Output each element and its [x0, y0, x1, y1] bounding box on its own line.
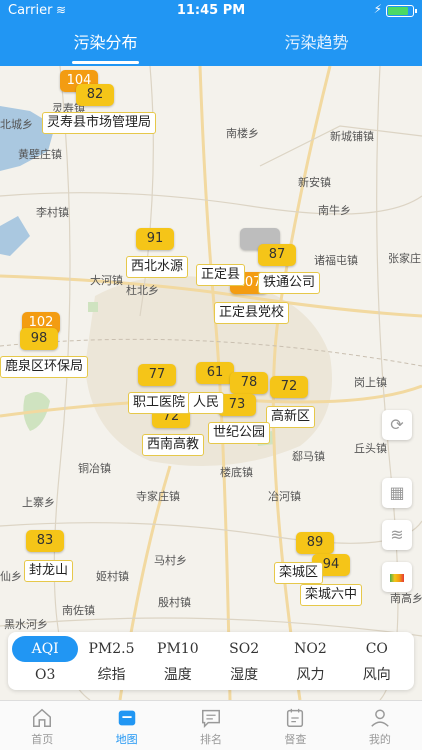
place-label: 冶河镇	[268, 490, 301, 503]
aqi-marker[interactable]: 77	[138, 364, 176, 386]
place-label: 马村乡	[154, 554, 187, 567]
place-label: 黄壁庄镇	[18, 148, 62, 161]
aqi-marker[interactable]: 82	[76, 84, 114, 106]
place-label: 丘头镇	[354, 442, 387, 455]
nav-ranking[interactable]: 排名	[169, 701, 253, 750]
place-label: 铜冶镇	[78, 462, 111, 475]
option-no2[interactable]: NO2	[277, 636, 343, 662]
ranking-icon	[202, 709, 220, 729]
layer-icon[interactable]: ▦	[382, 478, 412, 508]
station-label[interactable]: 高新区	[266, 406, 316, 428]
station-label[interactable]: 世纪公园	[208, 422, 271, 444]
aqi-marker[interactable]: 87	[258, 244, 296, 266]
option-co[interactable]: CO	[344, 636, 410, 662]
tab-pollution-trend[interactable]: 污染趋势	[211, 24, 422, 66]
station-label[interactable]: 鹿泉区环保局	[0, 356, 89, 378]
nav-map[interactable]: 地图	[84, 701, 168, 750]
option-humidity[interactable]: 湿度	[211, 662, 277, 688]
nav-label: 地图	[115, 733, 138, 746]
aqi-marker[interactable]: 78	[230, 372, 268, 394]
aqi-marker[interactable]: 72	[270, 376, 308, 398]
aqi-marker[interactable]: 89	[296, 532, 334, 554]
nav-label: 我的	[368, 733, 391, 746]
place-label: 寺家庄镇	[136, 490, 180, 503]
wind-icon[interactable]: ≋	[382, 520, 412, 550]
station-label[interactable]: 人民	[188, 392, 225, 414]
option-composite-index[interactable]: 综指	[78, 662, 144, 688]
option-so2[interactable]: SO2	[211, 636, 277, 662]
legend-icon[interactable]	[382, 562, 412, 592]
station-label[interactable]: 西南高教	[142, 434, 205, 456]
refresh-icon[interactable]: ⟳	[382, 410, 412, 440]
station-label[interactable]: 铁通公司	[258, 272, 321, 294]
station-label[interactable]: 灵寿县市场管理局	[42, 112, 157, 134]
option-wind-direction[interactable]: 风向	[344, 662, 410, 688]
charging-icon: ⚡	[373, 2, 382, 16]
place-label: 姬村镇	[96, 570, 129, 583]
place-label: 南牛乡	[318, 204, 351, 217]
nav-inspection[interactable]: 督查	[253, 701, 337, 750]
pollutant-row-1: AQI PM2.5 PM10 SO2 NO2 CO	[12, 636, 410, 662]
profile-icon	[371, 709, 389, 727]
pollution-map[interactable]: 灵寿镇 南楼乡 北城乡 黄壁庄镇 新城铺镇 新安镇 李村镇 南牛乡 诸福屯镇 张…	[0, 66, 422, 700]
station-label[interactable]: 栾城六中	[300, 584, 363, 606]
place-label: 南佐镇	[62, 604, 95, 617]
option-wind-force[interactable]: 风力	[277, 662, 343, 688]
aqi-marker[interactable]: 61	[196, 362, 234, 384]
top-tabs: 污染分布 污染趋势	[0, 24, 422, 66]
station-label[interactable]: 封龙山	[24, 560, 74, 582]
place-label: 上寨乡	[22, 496, 55, 509]
place-label: 新城铺镇	[330, 130, 374, 143]
option-aqi[interactable]: AQI	[12, 636, 79, 662]
battery-icon	[386, 5, 417, 17]
nav-profile[interactable]: 我的	[338, 701, 422, 750]
nav-label: 督查	[284, 733, 307, 746]
aqi-marker[interactable]: 91	[136, 228, 174, 250]
option-pm10[interactable]: PM10	[145, 636, 211, 662]
station-label[interactable]: 职工医院	[128, 392, 191, 414]
station-label[interactable]: 西北水源	[126, 256, 189, 278]
place-label: 杜北乡	[126, 284, 159, 297]
option-o3[interactable]: O3	[12, 662, 78, 688]
nav-label: 首页	[31, 733, 54, 746]
place-label: 郄马镇	[292, 450, 325, 463]
place-label: 黑水河乡	[4, 618, 48, 631]
status-bar: Carrier ≋ 11:45 PM ⚡	[0, 0, 422, 22]
station-label[interactable]: 栾城区	[274, 562, 324, 584]
option-temperature[interactable]: 温度	[145, 662, 211, 688]
place-label: 李村镇	[36, 206, 69, 219]
nav-home[interactable]: 首页	[0, 701, 84, 750]
app-header: Carrier ≋ 11:45 PM ⚡ 污染分布 污染趋势	[0, 0, 422, 66]
place-label: 北城乡	[0, 118, 33, 131]
station-label[interactable]: 正定县	[196, 264, 246, 286]
place-label: 南高乡	[390, 592, 422, 605]
place-label: 岗上镇	[354, 376, 387, 389]
station-label[interactable]: 正定县党校	[214, 302, 290, 324]
nav-label: 排名	[200, 733, 223, 746]
aqi-marker[interactable]: 98	[20, 328, 58, 350]
place-label: 新安镇	[298, 176, 331, 189]
place-label: 楼底镇	[220, 466, 253, 479]
place-label: 殷村镇	[158, 596, 191, 609]
home-icon	[33, 708, 52, 727]
bottom-nav: 首页 地图 排名 督查 我的	[0, 700, 422, 750]
option-pm25[interactable]: PM2.5	[78, 636, 144, 662]
aqi-marker[interactable]: 83	[26, 530, 64, 552]
pollutant-row-2: O3 综指 温度 湿度 风力 风向	[12, 662, 410, 688]
inspection-icon	[287, 708, 304, 727]
pollutant-selector: AQI PM2.5 PM10 SO2 NO2 CO O3 综指 温度 湿度 风力…	[8, 632, 414, 690]
place-label: 张家庄	[388, 252, 421, 265]
status-time: 11:45 PM	[176, 3, 246, 18]
place-label: 诸福屯镇	[314, 254, 358, 267]
map-icon	[118, 710, 135, 726]
place-label: 大河镇	[90, 274, 123, 287]
place-label: 仙乡	[0, 570, 22, 583]
tab-pollution-distribution[interactable]: 污染分布	[0, 24, 211, 66]
place-label: 南楼乡	[226, 127, 259, 140]
